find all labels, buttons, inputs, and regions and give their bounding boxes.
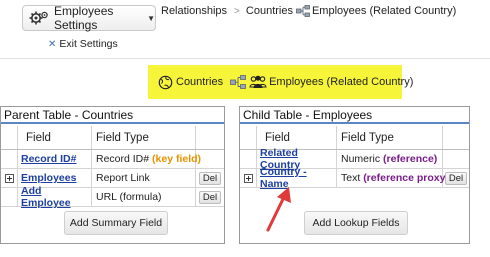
expand-plus-icon[interactable] xyxy=(4,173,14,183)
grid-header: Field Field Type xyxy=(1,126,224,150)
field-type-column-header: Field Type xyxy=(337,126,443,149)
table-row: Record ID# Record ID# (key field) xyxy=(1,150,224,169)
parent-table-panel: Parent Table - Countries Field Field Typ… xyxy=(0,106,225,244)
field-type: Report Link xyxy=(96,172,150,184)
close-icon: ✕ xyxy=(48,38,57,50)
exit-settings-link[interactable]: ✕ Exit Settings xyxy=(48,38,118,50)
add-lookup-fields-button[interactable]: Add Lookup Fields xyxy=(304,211,408,235)
field-type: Numeric xyxy=(341,153,381,165)
employees-settings-button[interactable]: Employees Settings ▼ xyxy=(22,4,156,32)
field-type-column-header: Field Type xyxy=(92,126,196,149)
field-type: Record ID# xyxy=(96,153,150,165)
caret-down-icon: ▼ xyxy=(147,13,155,23)
relationship-summary: Countries Employees (Related Country) xyxy=(148,65,413,99)
summary-employees-related: Employees (Related Country) xyxy=(269,76,414,88)
globe-icon xyxy=(158,75,173,90)
gears-icon xyxy=(29,10,49,26)
breadcrumb-relationships[interactable]: Relationships xyxy=(161,5,227,17)
chevron-right-icon: > xyxy=(234,5,240,17)
breadcrumb-employees-related: Employees (Related Country) xyxy=(311,5,457,17)
relationship-icon xyxy=(296,5,310,17)
table-row: Add Employee URL (formula) Del xyxy=(1,185,224,209)
add-summary-field-button[interactable]: Add Summary Field xyxy=(64,211,168,235)
field-column-header: Field xyxy=(18,126,92,149)
people-icon xyxy=(249,75,267,89)
delete-button[interactable]: Del xyxy=(198,190,222,204)
child-fields-grid: Field Field Type Related Country Numeric… xyxy=(240,126,469,190)
exit-settings-label: Exit Settings xyxy=(59,38,118,50)
settings-button-label: Employees Settings xyxy=(54,4,114,32)
settings-toolbar: Employees Settings ▼ Relationships > Cou… xyxy=(0,0,490,58)
summary-countries: Countries xyxy=(176,76,224,88)
expand-plus-icon[interactable] xyxy=(243,173,253,183)
breadcrumb: Relationships > Countries Employees (Rel… xyxy=(161,5,456,17)
child-table-title: Child Table - Employees xyxy=(240,107,469,124)
delete-button[interactable]: Del xyxy=(198,171,222,185)
relationship-icon xyxy=(230,75,246,89)
field-type: URL (formula) xyxy=(96,191,162,203)
field-type: Text xyxy=(341,172,361,184)
reference-proxy-tag: (reference proxy) xyxy=(363,172,449,184)
toolbar-divider xyxy=(0,58,490,59)
parent-fields-grid: Field Field Type Record ID# Record ID# (… xyxy=(1,126,224,209)
key-field-tag: (key field) xyxy=(152,153,202,165)
breadcrumb-countries[interactable]: Countries xyxy=(246,5,293,17)
field-link-add-employee[interactable]: Add Employee xyxy=(21,185,91,209)
field-link-employees[interactable]: Employees xyxy=(21,172,76,184)
reference-tag: (reference) xyxy=(383,153,438,165)
field-link-record-id[interactable]: Record ID# xyxy=(21,153,76,165)
field-column-header: Field xyxy=(257,126,337,149)
delete-button[interactable]: Del xyxy=(444,171,468,185)
parent-table-title: Parent Table - Countries xyxy=(1,107,224,124)
annotation-arrow-icon xyxy=(266,187,291,232)
